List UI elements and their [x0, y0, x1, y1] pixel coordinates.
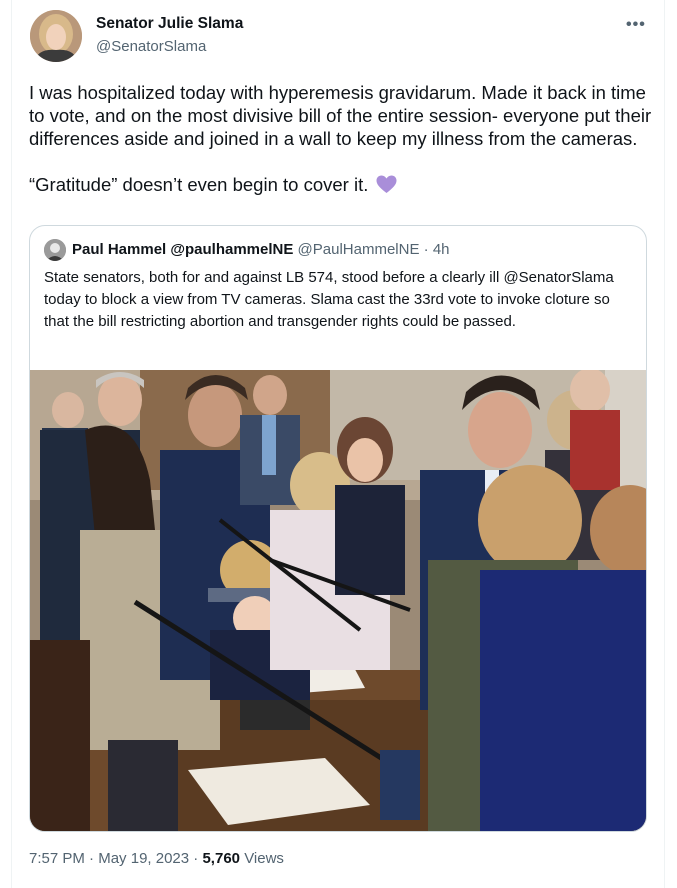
- quoted-photo[interactable]: [30, 368, 646, 831]
- tweet-paragraph-1: I was hospitalized today with hyperemesi…: [29, 82, 652, 149]
- quoted-timestamp[interactable]: 4h: [433, 241, 450, 258]
- meta-separator-1: ·: [89, 850, 95, 867]
- tweet-paragraph-2-text: “Gratitude” doesn’t even begin to cover …: [29, 174, 369, 195]
- author-handle[interactable]: @SenatorSlama: [96, 38, 206, 55]
- quoted-separator: ·: [423, 241, 429, 258]
- views-count[interactable]: 5,760: [202, 850, 240, 867]
- meta-separator-2: ·: [193, 850, 199, 867]
- quoted-text: State senators, both for and against LB …: [44, 269, 614, 330]
- quoted-author-handle[interactable]: @PaulHammelNE: [298, 241, 420, 258]
- quoted-avatar[interactable]: [44, 239, 66, 261]
- avatar[interactable]: [30, 10, 82, 62]
- tweet-date[interactable]: May 19, 2023: [98, 850, 189, 867]
- more-options-icon[interactable]: •••: [626, 16, 646, 34]
- purple-heart-icon: [376, 175, 397, 194]
- views-label: Views: [244, 850, 284, 867]
- tweet-time[interactable]: 7:57 PM: [29, 850, 85, 867]
- tweet-meta: 7:57 PM · May 19, 2023 · 5,760 Views: [29, 850, 284, 867]
- tweet-paragraph-2: “Gratitude” doesn’t even begin to cover …: [29, 173, 654, 196]
- quoted-header: Paul Hammel @paulhammelNE @PaulHammelNE …: [72, 241, 450, 258]
- quoted-author-name[interactable]: Paul Hammel @paulhammelNE: [72, 241, 293, 258]
- author-display-name[interactable]: Senator Julie Slama: [96, 15, 243, 33]
- quoted-tweet[interactable]: Paul Hammel @paulhammelNE @PaulHammelNE …: [29, 225, 647, 832]
- tweet-text: I was hospitalized today with hyperemesi…: [29, 81, 654, 196]
